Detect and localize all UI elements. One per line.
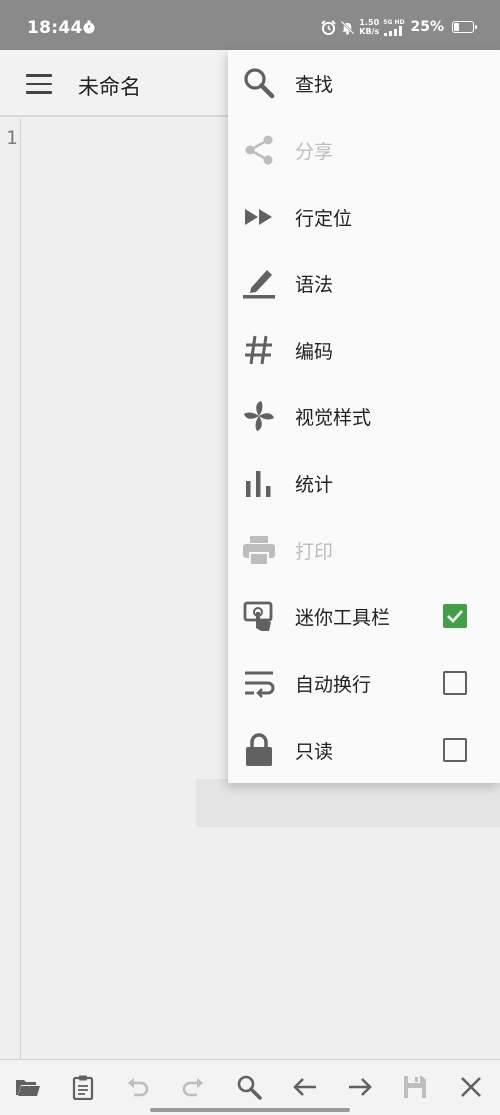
network-type: 5G HD (383, 18, 405, 26)
printer-icon (242, 533, 276, 567)
touch-toolbar-icon (242, 599, 276, 633)
save-button[interactable] (400, 1072, 430, 1102)
paste-button[interactable] (68, 1072, 98, 1102)
timer-icon (83, 20, 95, 34)
menu-item-goto-line[interactable]: 行定位 (228, 184, 500, 250)
hash-icon (242, 333, 276, 367)
close-icon (461, 1077, 481, 1097)
mini-toolbar-checkbox[interactable] (443, 604, 467, 628)
search-button[interactable] (234, 1072, 264, 1102)
menu-item-share[interactable]: 分享 (228, 117, 500, 183)
net-speed-value: 1.50 (359, 18, 380, 27)
status-bar: 18:44 1.50 KB/s 5G HD 25% (0, 0, 500, 50)
overflow-menu: 查找 分享 行定位 语法 编码 视觉样式 统计 打印 迷你工具栏 自动换行 只读 (228, 50, 500, 783)
clipboard-icon (72, 1075, 94, 1100)
battery-fill (454, 23, 459, 31)
menu-shadow-area (196, 779, 500, 827)
next-button[interactable] (345, 1072, 375, 1102)
status-time: 18:44 (27, 18, 83, 38)
menu-item-label: 行定位 (295, 208, 353, 230)
battery-percent: 25% (410, 19, 444, 35)
redo-button[interactable] (178, 1072, 208, 1102)
search-icon (242, 66, 276, 100)
signal-icon (383, 25, 402, 36)
fast-forward-icon (242, 200, 276, 234)
close-button[interactable] (456, 1072, 486, 1102)
menu-item-syntax[interactable]: 语法 (228, 250, 500, 316)
menu-item-read-only[interactable]: 只读 (228, 717, 500, 783)
arrow-left-icon (293, 1078, 316, 1096)
previous-button[interactable] (290, 1072, 320, 1102)
menu-item-statistics[interactable]: 统计 (228, 450, 500, 516)
menu-item-mini-toolbar[interactable]: 迷你工具栏 (228, 583, 500, 649)
line-number-gutter: 1 (0, 119, 21, 1059)
menu-item-label: 分享 (295, 141, 334, 163)
menu-item-label: 视觉样式 (295, 407, 372, 429)
menu-item-visual-style[interactable]: 视觉样式 (228, 383, 500, 449)
search-icon (237, 1075, 262, 1100)
menu-item-label: 查找 (295, 74, 334, 96)
lock-icon (242, 733, 276, 767)
undo-button[interactable] (123, 1072, 153, 1102)
open-folder-button[interactable] (13, 1072, 43, 1102)
net-speed: 1.50 KB/s (359, 18, 379, 36)
read-only-checkbox[interactable] (443, 738, 467, 762)
undo-icon (128, 1078, 149, 1097)
highlighter-pen-icon (242, 266, 276, 300)
menu-item-label: 统计 (295, 474, 334, 496)
status-indicators: 1.50 KB/s 5G HD 25% (321, 16, 477, 38)
home-indicator[interactable] (150, 1108, 350, 1112)
menu-item-label: 编码 (295, 341, 334, 363)
battery-icon (452, 21, 477, 33)
menu-item-encoding[interactable]: 编码 (228, 317, 500, 383)
folder-icon (16, 1080, 40, 1096)
mute-bell-icon (340, 20, 355, 35)
share-icon (242, 133, 276, 167)
menu-item-print[interactable]: 打印 (228, 517, 500, 583)
menu-item-label: 打印 (295, 541, 334, 563)
word-wrap-checkbox[interactable] (443, 671, 467, 695)
menu-item-label: 自动换行 (295, 674, 372, 696)
alarm-icon (321, 19, 337, 35)
menu-item-word-wrap[interactable]: 自动换行 (228, 650, 500, 716)
menu-item-find[interactable]: 查找 (228, 50, 500, 116)
bar-chart-icon (242, 466, 276, 500)
menu-item-label: 只读 (295, 741, 334, 763)
arrow-right-icon (349, 1078, 372, 1096)
check-icon (447, 610, 463, 623)
redo-icon (182, 1078, 203, 1097)
line-number: 1 (6, 127, 18, 149)
menu-item-label: 迷你工具栏 (295, 607, 391, 629)
save-icon (404, 1076, 426, 1098)
word-wrap-icon (242, 666, 276, 700)
bottom-toolbar (0, 1059, 500, 1115)
signal-group: 5G HD (383, 19, 404, 36)
pinwheel-icon (242, 399, 276, 433)
document-title: 未命名 (78, 75, 141, 99)
hamburger-menu-icon[interactable] (26, 74, 52, 94)
net-speed-unit: KB/s (359, 27, 380, 36)
menu-item-label: 语法 (295, 274, 334, 296)
